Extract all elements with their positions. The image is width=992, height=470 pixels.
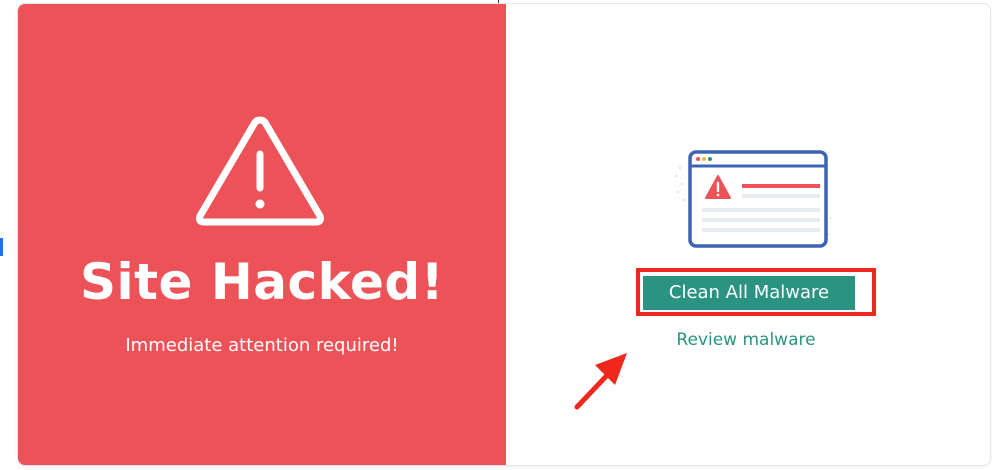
status-subtitle: Immediate attention required! <box>125 335 399 356</box>
status-card: Site Hacked! Immediate attention require… <box>17 3 991 466</box>
red-arrow-icon <box>574 353 627 410</box>
clean-all-malware-button[interactable]: Clean All Malware <box>643 276 855 310</box>
warning-triangle-icon <box>196 116 324 226</box>
page: Site Hacked! Immediate attention require… <box>0 0 992 470</box>
left-edge-marker <box>0 238 3 256</box>
hacked-panel: Site Hacked! Immediate attention require… <box>18 4 506 465</box>
review-malware-link[interactable]: Review malware <box>646 328 846 352</box>
browser-warning-illustration <box>675 150 831 248</box>
page-title: Site Hacked! <box>79 253 444 311</box>
